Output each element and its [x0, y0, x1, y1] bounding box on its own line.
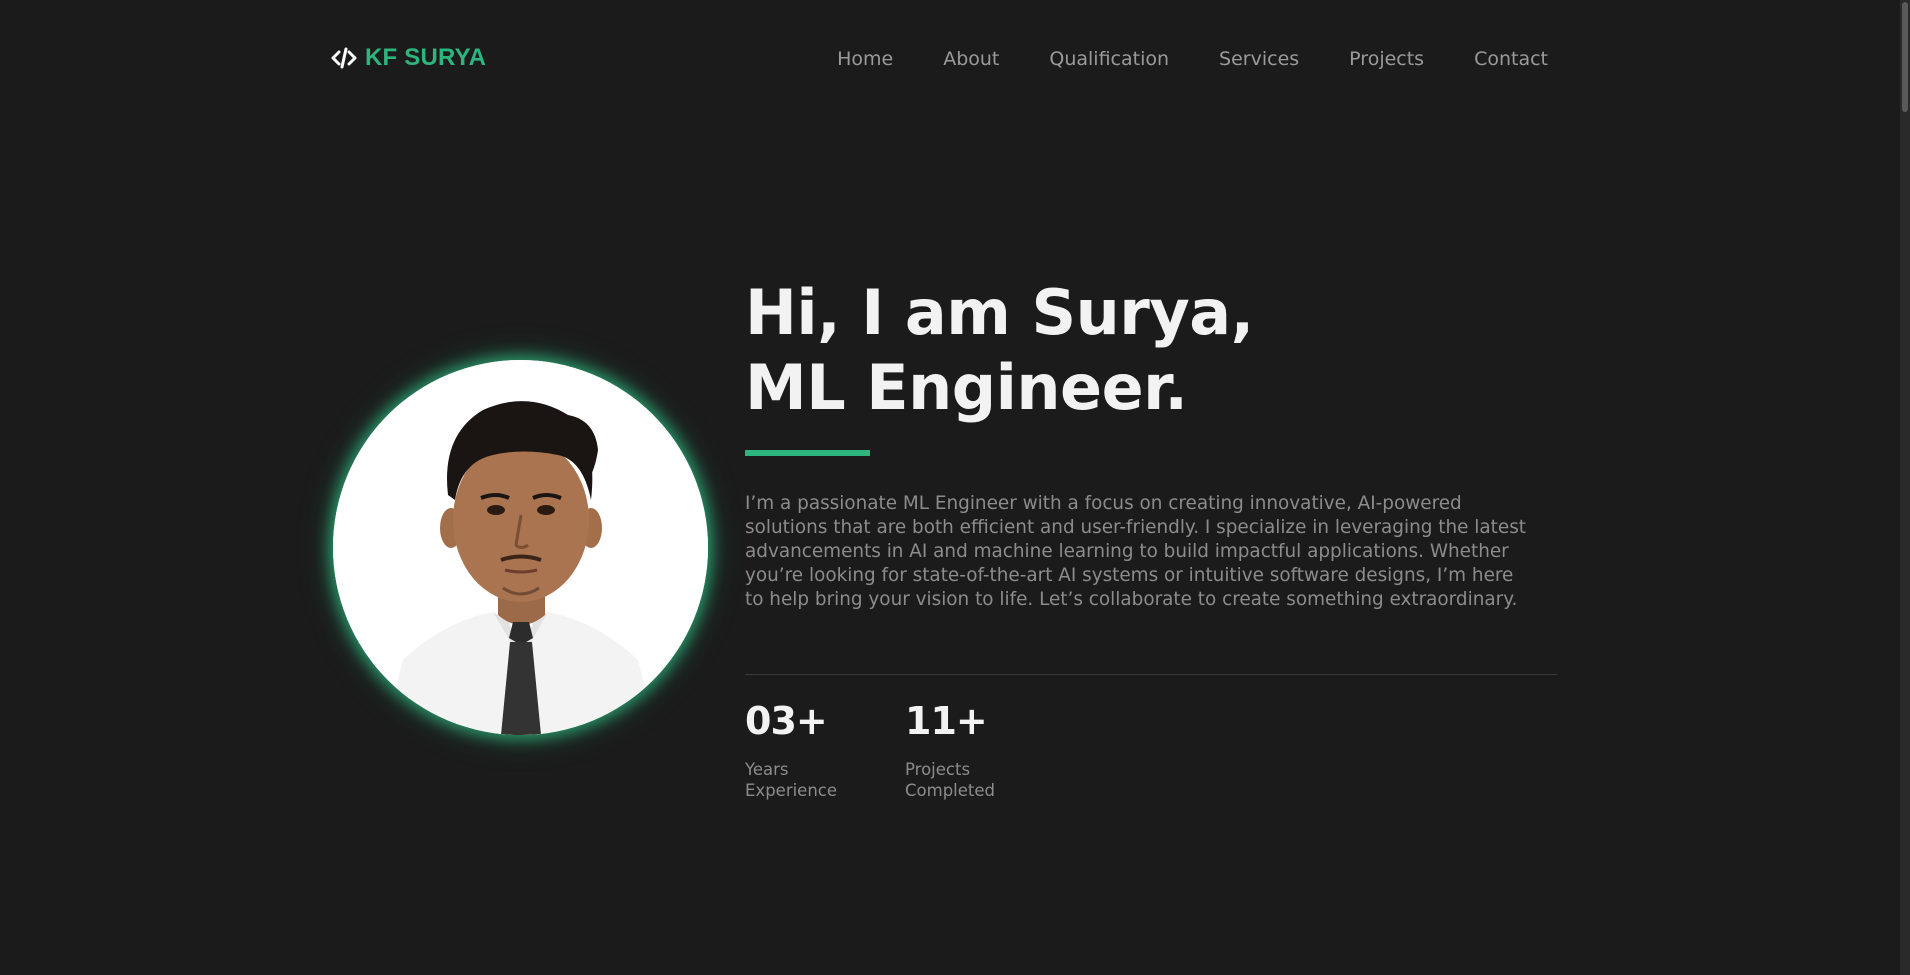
nav-qualification[interactable]: Qualification [1049, 48, 1169, 70]
accent-bar [745, 450, 870, 456]
site-header: KF SURYA Home About Qualification Servic… [0, 0, 1900, 120]
code-brackets-icon [331, 45, 357, 71]
stat-label-line1: Years [745, 760, 789, 779]
stat-projects: 11+ Projects Completed [905, 701, 1005, 801]
profile-portrait-image [333, 360, 708, 735]
stat-value: 03+ [745, 699, 828, 743]
scrollbar-thumb[interactable] [1902, 2, 1908, 112]
stat-experience: 03+ Years Experience [745, 701, 845, 801]
hero-title: Hi, I am Surya, ML Engineer. [745, 275, 1557, 425]
nav-projects[interactable]: Projects [1349, 48, 1424, 70]
logo-text: KF SURYA [365, 44, 487, 71]
stat-label-line2: Experience [745, 781, 838, 800]
stat-label: Years Experience [745, 759, 845, 801]
page-scrollbar[interactable] [1900, 0, 1910, 975]
nav-services[interactable]: Services [1219, 48, 1299, 70]
nav-home[interactable]: Home [837, 48, 893, 70]
nav-contact[interactable]: Contact [1474, 48, 1548, 70]
stat-value: 11+ [905, 699, 988, 743]
logo-link[interactable]: KF SURYA [331, 44, 486, 72]
stat-label: Projects Completed [905, 759, 1005, 801]
portfolio-page: KF SURYA Home About Qualification Servic… [0, 0, 1910, 975]
hero-description: I’m a passionate ML Engineer with a focu… [745, 493, 1526, 610]
stat-label-line1: Projects [905, 760, 971, 779]
profile-photo [333, 360, 708, 735]
main-nav: Home About Qualification Services Projec… [837, 48, 1548, 70]
hero-section: Hi, I am Surya, ML Engineer. I’m a passi… [745, 275, 1557, 801]
hero-title-line2: ML Engineer. [745, 351, 1188, 424]
stat-label-line2: Completed [905, 781, 995, 800]
stats-row: 03+ Years Experience 11+ Projects Comple… [745, 701, 1557, 801]
hero-title-line1: Hi, I am Surya, [745, 276, 1254, 349]
nav-about[interactable]: About [943, 48, 999, 70]
stats-divider [745, 674, 1557, 675]
